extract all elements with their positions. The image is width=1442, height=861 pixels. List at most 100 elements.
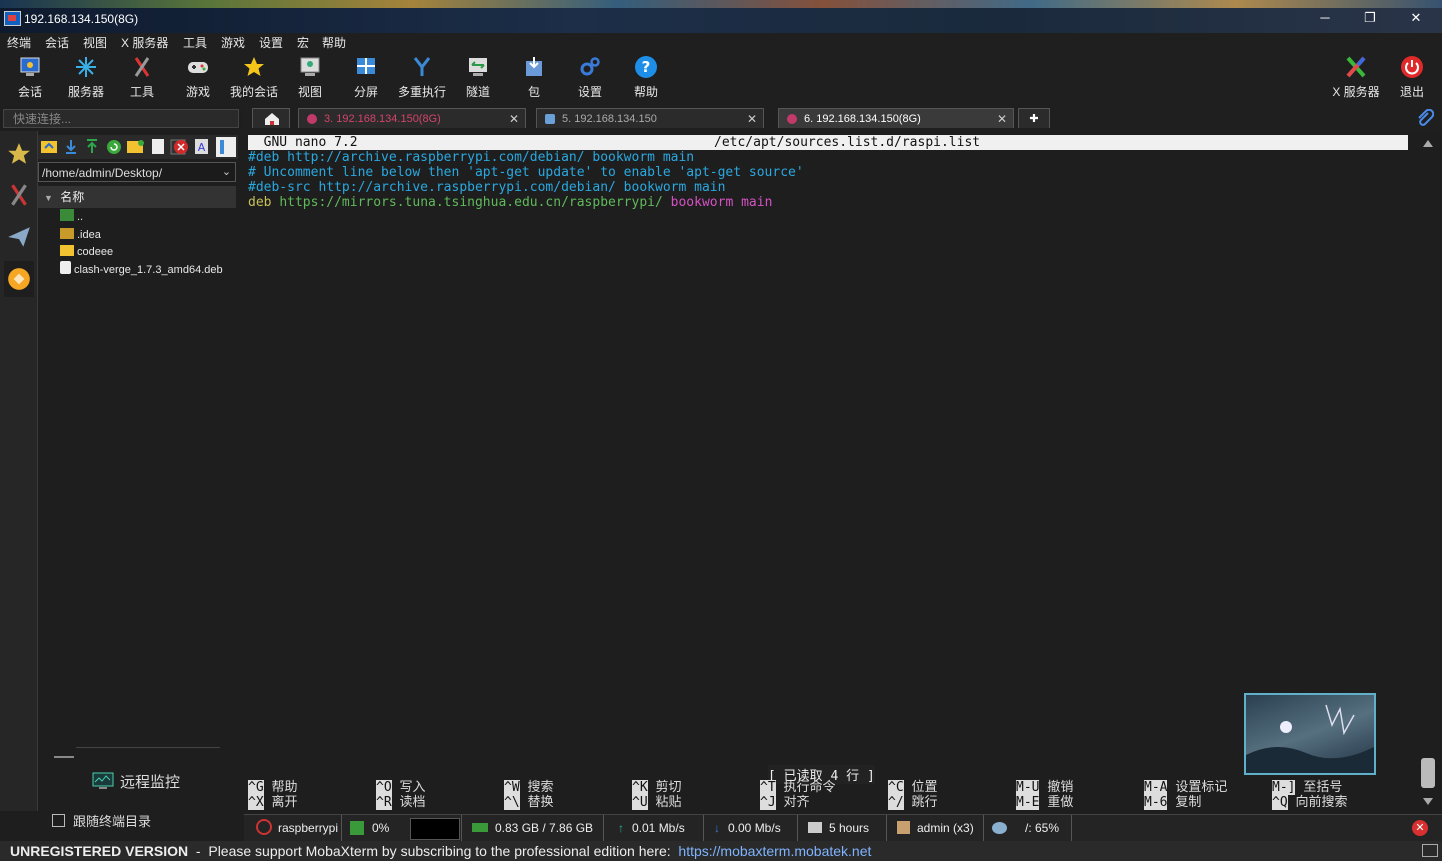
view-button[interactable]: 视图 [282, 51, 338, 103]
new-tab-button[interactable]: ✚ [1018, 108, 1050, 128]
shortcut-cut: ^K 剪切 [632, 780, 682, 795]
split-button[interactable]: 分屏 [338, 51, 394, 103]
svg-text:A: A [198, 141, 206, 154]
file-list-header[interactable]: ▼ 名称 [38, 186, 236, 208]
new-folder-icon[interactable] [127, 140, 144, 153]
tunnel-button[interactable]: 隧道 [450, 51, 506, 103]
packages-button[interactable]: 包 [506, 51, 562, 103]
menu-help[interactable]: 帮助 [322, 34, 346, 51]
menu-view[interactable]: 视图 [83, 34, 107, 51]
maximize-button[interactable]: ❐ [1360, 10, 1380, 26]
scroll-down-icon[interactable] [1423, 798, 1433, 805]
tools-button[interactable]: 工具 [114, 51, 170, 103]
tab-session-3[interactable]: 3. 192.168.134.150(8G) ✕ [298, 108, 526, 128]
shortcut-location: ^C 位置 [888, 780, 938, 795]
servers-icon [76, 57, 96, 77]
terminal[interactable]: GNU nano 7.2/etc/apt/sources.list.d/rasp… [248, 134, 1410, 814]
games-icon [188, 62, 208, 73]
close-button[interactable]: ✕ [1406, 10, 1426, 26]
star-icon [244, 57, 264, 76]
menu-settings[interactable]: 设置 [259, 34, 283, 51]
terminal-line: deb https://mirrors.tuna.tsinghua.edu.cn… [248, 195, 773, 210]
memory-icon [472, 823, 488, 832]
chevron-down-icon[interactable]: ⌄ [218, 163, 235, 181]
refresh-icon[interactable] [107, 140, 121, 154]
servers-button[interactable]: 服务器 [58, 51, 114, 103]
session-button[interactable]: 会话 [2, 51, 58, 103]
title-bar: 192.168.134.150(8G) ─ ❐ ✕ [0, 0, 1442, 34]
close-tab-icon[interactable]: ✕ [747, 109, 757, 129]
shortcut-redo: M-E 重做 [1016, 795, 1074, 810]
tab-session-6[interactable]: 6. 192.168.134.150(8G) ✕ [778, 108, 1014, 128]
delete-icon[interactable] [174, 140, 188, 154]
upload-speed: ↑ 0.01 Mb/s [604, 815, 704, 841]
follow-terminal-checkbox[interactable]: 跟随终端目录 [52, 811, 151, 830]
window-title: 192.168.134.150(8G) [24, 12, 139, 26]
checkbox[interactable] [52, 814, 65, 827]
star-icon [8, 143, 30, 164]
window-icon[interactable] [1422, 844, 1438, 857]
menu-sessions[interactable]: 会话 [45, 34, 69, 51]
terminal-line: #deb-src http://archive.raspberrypi.com/… [248, 180, 726, 195]
menu-xserver[interactable]: X 服务器 [121, 34, 168, 51]
menu-games[interactable]: 游戏 [221, 34, 245, 51]
sidebar-tabs [0, 131, 38, 811]
home-icon [265, 113, 279, 125]
exit-button[interactable]: 退出 [1384, 51, 1440, 103]
my-sessions-button[interactable]: 我的会话 [226, 51, 282, 103]
remote-monitor-button[interactable]: 远程监控 [92, 771, 180, 792]
footer-message: - Please support MobaXterm by subscribin… [188, 843, 679, 859]
menu-macros[interactable]: 宏 [297, 34, 309, 51]
settings-button[interactable]: 设置 [562, 51, 618, 103]
path-input[interactable]: /home/admin/Desktop/ [38, 162, 236, 182]
footer-bar: UNREGISTERED VERSION - Please support Mo… [0, 841, 1442, 861]
scrollbar-thumb[interactable] [1421, 758, 1435, 788]
file-row-idea[interactable]: .idea [60, 227, 101, 243]
mobatek-link[interactable]: https://mobaxterm.mobatek.net [678, 843, 871, 859]
parent-folder-icon[interactable] [41, 141, 57, 153]
games-button[interactable]: 游戏 [170, 51, 226, 103]
close-tab-icon[interactable]: ✕ [509, 109, 519, 129]
raspberry-icon [787, 114, 797, 124]
scroll-up-icon[interactable] [1423, 140, 1433, 147]
download-speed: ↓ 0.00 Mb/s [704, 815, 798, 841]
cpu-graph [410, 818, 460, 840]
column-name-header: 名称 [60, 190, 85, 204]
file-row-parent[interactable]: .. [60, 209, 83, 225]
decorative-widget-image [1244, 693, 1376, 775]
user-icon [897, 821, 910, 834]
terminal-scrollbar[interactable] [1420, 136, 1436, 812]
close-tab-icon[interactable]: ✕ [997, 109, 1007, 129]
sidebar-tab-tools[interactable] [4, 177, 34, 213]
sort-arrow-icon: ▼ [44, 193, 53, 203]
rename-icon[interactable]: A [195, 139, 208, 154]
new-file-icon[interactable] [152, 139, 164, 154]
quick-connect-input[interactable]: 快速连接... [3, 109, 239, 128]
close-session-icon[interactable]: ✕ [1412, 820, 1428, 836]
tab-home[interactable] [252, 108, 290, 128]
multiexec-button[interactable]: 多重执行 [394, 51, 450, 103]
properties-icon[interactable] [216, 137, 236, 157]
disk-info: /: 65% [984, 815, 1072, 841]
download-arrow-icon: ↓ [714, 821, 720, 835]
resize-handle[interactable] [54, 756, 74, 758]
menu-tools[interactable]: 工具 [183, 34, 207, 51]
download-icon[interactable] [66, 140, 76, 154]
paperclip-icon[interactable] [1416, 109, 1434, 127]
help-button[interactable]: ? 帮助 [618, 51, 674, 103]
sidebar-tab-sessions[interactable] [4, 136, 34, 172]
sidebar-tab-macros[interactable] [4, 219, 34, 255]
tab-session-5[interactable]: 5. 192.168.134.150 ✕ [536, 108, 764, 128]
menu-terminal[interactable]: 终端 [7, 34, 31, 51]
minimize-button[interactable]: ─ [1315, 10, 1335, 26]
upload-icon[interactable] [87, 139, 97, 153]
shortcut-copy: M-6 复制 [1144, 795, 1202, 810]
cpu-info: 0% [342, 815, 462, 841]
shortcut-paste: ^U 粘贴 [632, 795, 682, 810]
xserver-button[interactable]: X 服务器 [1328, 51, 1384, 103]
raspberry-icon [307, 114, 317, 124]
file-row-deb[interactable]: clash-verge_1.7.3_amd64.deb [60, 261, 223, 277]
file-row-codeee[interactable]: codeee [60, 244, 113, 260]
sidebar-tab-sftp[interactable] [4, 261, 34, 297]
divider [76, 747, 220, 748]
